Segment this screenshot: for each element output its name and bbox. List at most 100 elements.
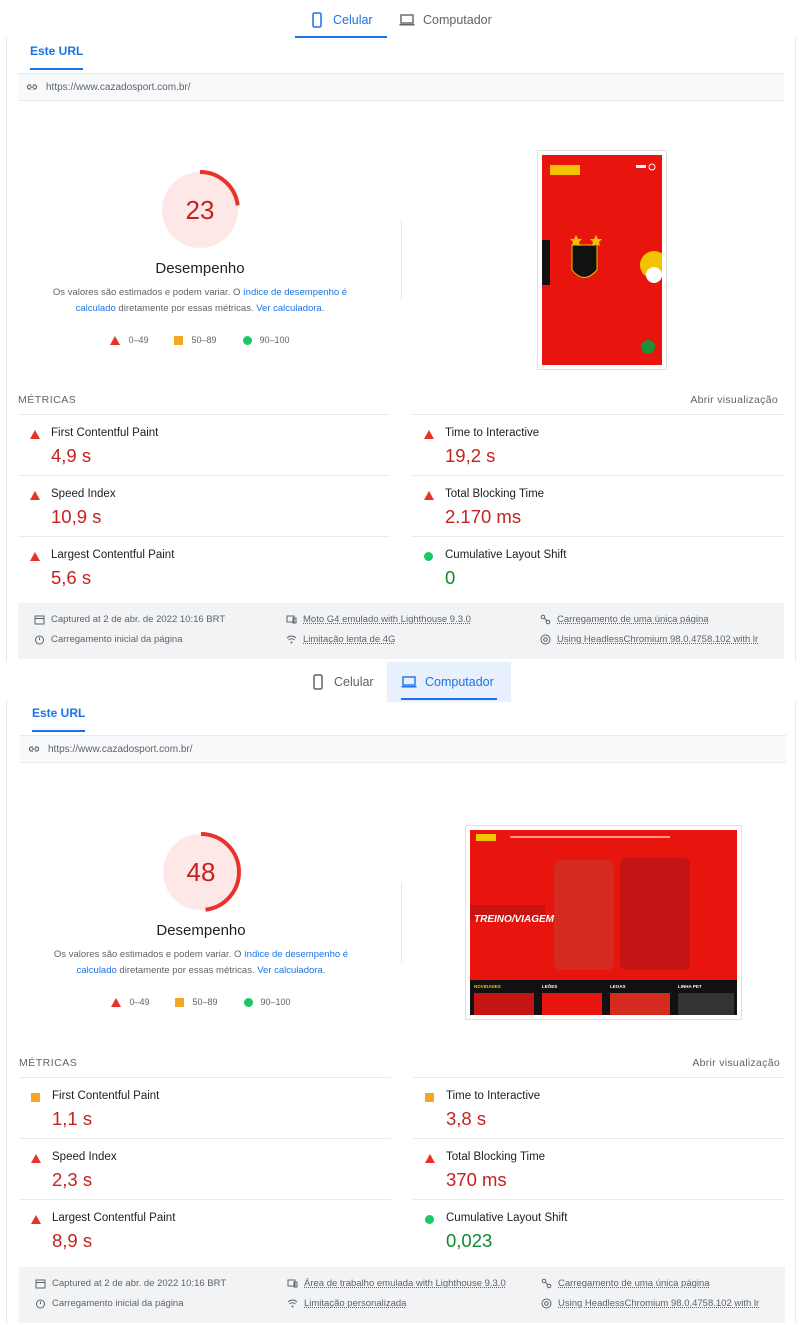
tab-underline (401, 698, 497, 700)
score-label: Desempenho (155, 260, 245, 277)
tab-mobile-label: Celular (333, 13, 373, 27)
laptop-icon (399, 14, 415, 26)
open-view-button[interactable]: Abrir visualização (690, 394, 778, 406)
calendar-icon (34, 615, 45, 625)
average-square-icon (425, 1093, 434, 1102)
footer-throttling[interactable]: Limitação lenta de 4G (286, 634, 395, 645)
footer-single-page[interactable]: Carregamento de uma única página (541, 1278, 710, 1289)
screenshot-image: TREINO/VIAGEM NOVIDADES LEÕES LEOAS LINH… (470, 830, 737, 1015)
wifi-icon (287, 1299, 298, 1308)
metrics-header: MÉTRICAS Abrir visualização (18, 394, 778, 406)
score-summary: 48 Desempenho Os valores são estimados e… (21, 830, 381, 1007)
metric-fcp: First Contentful Paint 4,9 s (18, 414, 390, 475)
open-view-button[interactable]: Abrir visualização (692, 1057, 780, 1069)
footer-device[interactable]: Moto G4 emulado with Lighthouse 9.3.0 (286, 614, 471, 625)
pass-circle-icon (243, 997, 253, 1007)
laptop-icon (401, 676, 417, 688)
score-gauge: 23 (158, 168, 242, 252)
nav-item: LINHA PET (678, 984, 702, 989)
average-square-icon (174, 335, 184, 345)
fail-triangle-icon (424, 491, 434, 500)
fail-triangle-icon (31, 1215, 41, 1224)
fail-triangle-icon (31, 1154, 41, 1163)
tab-this-url[interactable]: Este URL (32, 706, 86, 732)
metric-tti: Time to Interactive 3,8 s (413, 1077, 785, 1138)
metric-tbt: Total Blocking Time 370 ms (413, 1138, 785, 1199)
metric-fcp: First Contentful Paint 1,1 s (19, 1077, 391, 1138)
metric-value: 3,8 s (446, 1108, 487, 1129)
url-text: https://www.cazadosport.com.br/ (48, 743, 193, 755)
timer-icon (35, 635, 44, 645)
screenshot-image (542, 155, 662, 365)
device-icon (286, 615, 297, 624)
url-text: https://www.cazadosport.com.br/ (46, 81, 191, 93)
footer-browser[interactable]: Using HeadlessChromium 98.0.4758.102 wit… (540, 634, 758, 645)
mobile-report-panel: Celular Computador Este URL https://www.… (0, 0, 800, 662)
metric-value: 2,3 s (52, 1169, 93, 1190)
tab-mobile[interactable]: Celular (295, 0, 387, 40)
metric-si: Speed Index 2,3 s (19, 1138, 391, 1199)
fail-triangle-icon (30, 552, 40, 561)
tab-mobile-label: Celular (334, 675, 374, 689)
footer-device[interactable]: Área de trabalho emulada with Lighthouse… (287, 1278, 506, 1289)
tab-desktop[interactable]: Computador (387, 662, 511, 702)
metric-value: 8,9 s (52, 1230, 93, 1251)
footer-initial-load: Carregamento inicial da página (34, 634, 183, 645)
metric-lcp: Largest Contentful Paint 5,6 s (18, 536, 390, 597)
page-screenshot (537, 150, 667, 370)
timer-icon (36, 1299, 45, 1309)
fail-triangle-icon (425, 1154, 435, 1163)
score-gauge: 48 (159, 830, 243, 914)
average-square-icon (31, 1093, 40, 1102)
nodes-icon (541, 1278, 552, 1289)
chrome-icon (541, 1298, 552, 1309)
metric-value: 1,1 s (52, 1108, 93, 1129)
metric-cls: Cumulative Layout Shift 0,023 (413, 1199, 785, 1260)
score-summary: 23 Desempenho Os valores são estimados e… (20, 168, 380, 345)
footer-single-page[interactable]: Carregamento de uma única página (540, 614, 709, 625)
footer-throttling[interactable]: Limitação personalizada (287, 1298, 406, 1309)
score-legend: 0–49 50–89 90–100 (20, 335, 380, 345)
pass-circle-icon (425, 1215, 434, 1224)
calendar-icon (35, 1279, 46, 1289)
metric-tbt: Total Blocking Time 2.170 ms (412, 475, 784, 536)
tab-desktop-label: Computador (423, 13, 492, 27)
metric-value: 0,023 (446, 1230, 493, 1251)
calculator-link[interactable]: Ver calculadora (257, 965, 322, 976)
metric-value: 0 (445, 567, 456, 588)
pass-circle-icon (242, 335, 252, 345)
tab-underline (295, 36, 387, 38)
footer-browser[interactable]: Using HeadlessChromium 98.0.4758.102 wit… (541, 1298, 759, 1309)
desktop-report-panel: Celular Computador Este URL https://www.… (0, 662, 800, 1324)
device-icon (287, 1279, 298, 1288)
tab-mobile[interactable]: Celular (296, 662, 388, 702)
score-value: 48 (186, 856, 216, 887)
chrome-icon (540, 634, 551, 645)
report-footer: Captured at 2 de abr. de 2022 10:16 BRT … (19, 1267, 785, 1323)
pass-circle-icon (424, 552, 433, 561)
metric-cls: Cumulative Layout Shift 0 (412, 536, 784, 597)
tab-desktop[interactable]: Computador (385, 0, 506, 40)
score-description: Os valores são estimados e podem variar.… (53, 949, 349, 976)
calculator-link[interactable]: Ver calculadora (256, 303, 321, 314)
metrics-header: MÉTRICAS Abrir visualização (19, 1057, 780, 1069)
tab-this-url[interactable]: Este URL (30, 44, 84, 70)
device-tabs: Celular Computador (0, 0, 800, 40)
fail-triangle-icon (30, 491, 40, 500)
metric-value: 370 ms (446, 1169, 507, 1190)
footer-captured: Captured at 2 de abr. de 2022 10:16 BRT (35, 1278, 226, 1289)
phone-icon (313, 674, 323, 690)
banner-text: TREINO/VIAGEM (474, 914, 555, 925)
metric-tti: Time to Interactive 19,2 s (412, 414, 784, 475)
metric-si: Speed Index 10,9 s (18, 475, 390, 536)
metric-value: 2.170 ms (445, 506, 522, 527)
nodes-icon (540, 614, 551, 625)
url-bar: https://www.cazadosport.com.br/ (18, 73, 784, 101)
fail-triangle-icon (111, 997, 122, 1007)
score-label: Desempenho (156, 922, 246, 939)
fail-triangle-icon (110, 335, 121, 345)
nav-item: LEÕES (542, 983, 557, 989)
footer-initial-load: Carregamento inicial da página (35, 1298, 184, 1309)
score-value: 23 (185, 194, 215, 225)
metric-value: 10,9 s (51, 506, 102, 527)
